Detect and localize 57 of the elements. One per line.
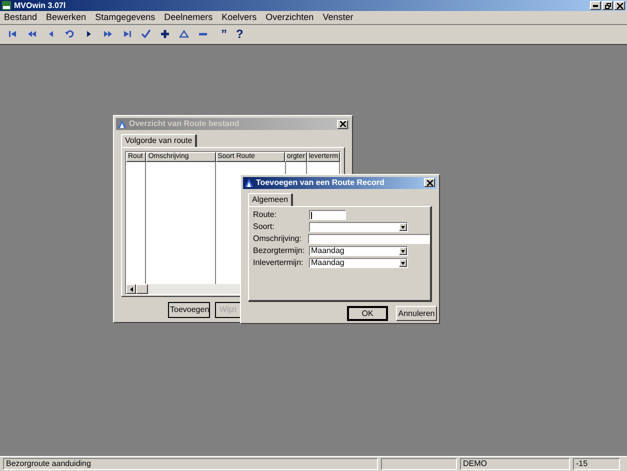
app-icon bbox=[2, 1, 11, 10]
triangle-logo-icon bbox=[118, 120, 126, 128]
left-arrow-icon bbox=[130, 286, 132, 292]
help-button[interactable]: ? bbox=[236, 28, 244, 40]
rewind-icon[interactable] bbox=[27, 28, 37, 38]
tab[interactable]: Algemeen bbox=[248, 192, 294, 206]
curved-arrow-icon[interactable] bbox=[65, 28, 75, 38]
field-label: Bezorgtermijn: bbox=[253, 247, 306, 256]
dropdown-arrow-icon bbox=[401, 262, 405, 265]
dropdown[interactable]: Maandag bbox=[309, 246, 408, 256]
scroll-thumb[interactable] bbox=[136, 284, 148, 294]
menu-item[interactable]: Venster bbox=[322, 13, 354, 22]
minimize-button[interactable] bbox=[590, 1, 601, 10]
button[interactable]: Toevoegen bbox=[168, 302, 210, 318]
last-record-icon[interactable] bbox=[122, 28, 132, 38]
input-field[interactable] bbox=[308, 234, 430, 244]
dropdown[interactable]: Maandag bbox=[309, 258, 408, 268]
check-icon[interactable] bbox=[141, 28, 151, 38]
menu-item[interactable]: Deelnemers bbox=[164, 13, 213, 22]
fast-forward-icon[interactable] bbox=[103, 28, 113, 38]
app-title: MVOwin 3.07l bbox=[14, 2, 66, 10]
close-button[interactable] bbox=[337, 120, 348, 128]
close-button[interactable] bbox=[614, 1, 625, 10]
status-panel: DEMO bbox=[460, 458, 570, 470]
menu-item[interactable]: Koelvers bbox=[222, 13, 257, 22]
close-icon bbox=[426, 180, 432, 186]
dropdown[interactable] bbox=[309, 222, 408, 232]
window-title: Toevoegen van een Route Record bbox=[256, 178, 384, 187]
triangle-icon[interactable] bbox=[179, 28, 189, 38]
close-icon bbox=[340, 121, 346, 127]
scroll-left-button[interactable] bbox=[126, 284, 136, 294]
dropdown-arrow-icon bbox=[401, 226, 405, 229]
field-label: Soort: bbox=[253, 223, 276, 232]
plus-icon[interactable] bbox=[160, 28, 170, 38]
menu-item[interactable]: Stamgegevens bbox=[95, 13, 156, 22]
menu-item[interactable]: Bestand bbox=[4, 13, 38, 22]
window-title: Overzicht van Route bestand bbox=[129, 120, 240, 128]
input-field[interactable] bbox=[309, 210, 346, 220]
minimize-icon bbox=[593, 4, 598, 6]
field-label: Omschrijving: bbox=[253, 235, 302, 244]
quote-button[interactable]: ” bbox=[221, 28, 227, 40]
field-label: Route: bbox=[253, 211, 278, 220]
dropdown-arrow-icon bbox=[401, 250, 405, 253]
first-record-icon[interactable] bbox=[8, 28, 18, 38]
restore-button[interactable] bbox=[602, 1, 613, 10]
restore-icon bbox=[604, 2, 610, 8]
close-button[interactable] bbox=[424, 178, 435, 188]
close-icon bbox=[616, 2, 622, 8]
button[interactable]: Annuleren bbox=[396, 306, 437, 321]
status-panel: Bezorgroute aanduiding bbox=[3, 458, 378, 470]
button[interactable]: OK bbox=[347, 306, 388, 321]
field-label: Inlevertermijn: bbox=[253, 259, 304, 268]
menu-item[interactable]: Bewerken bbox=[46, 13, 86, 22]
status-panel: -15 bbox=[573, 458, 620, 470]
triangle-logo-icon bbox=[245, 178, 253, 187]
tab[interactable]: Volgorde van route bbox=[121, 134, 198, 147]
menu-item[interactable]: Overzichten bbox=[266, 13, 314, 22]
